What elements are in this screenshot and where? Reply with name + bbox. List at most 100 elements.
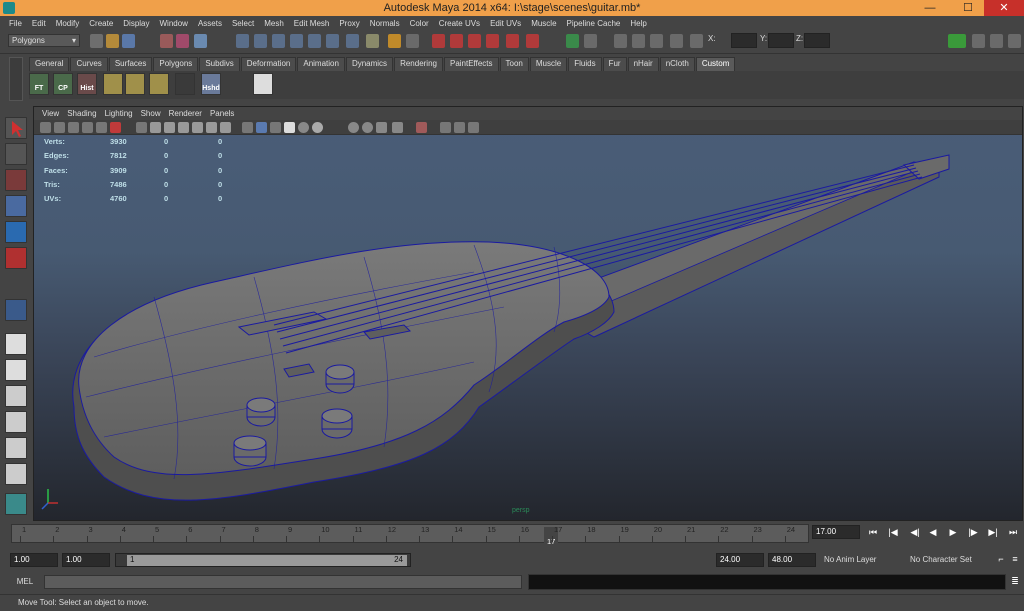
shelf-tab-curves[interactable]: Curves (70, 57, 108, 71)
hypershade-layout-icon[interactable] (5, 437, 27, 459)
menu-edit-mesh[interactable]: Edit Mesh (289, 19, 335, 28)
menu-set-selector[interactable]: Polygons ▾ (8, 34, 80, 47)
hypershade-button[interactable]: Hshd (201, 73, 221, 95)
shelf-tab-nhair[interactable]: nHair (627, 57, 659, 71)
playback-start-field[interactable]: 1.00 (62, 553, 110, 567)
shelf-tab-toon[interactable]: Toon (499, 57, 529, 71)
shelf-tab-deformation[interactable]: Deformation (240, 57, 297, 71)
menu-normals[interactable]: Normals (365, 19, 405, 28)
step-forward-key-icon[interactable]: ▶| (986, 526, 1000, 539)
rotate-tool-icon[interactable] (5, 221, 27, 243)
maximize-button[interactable]: ☐ (954, 0, 982, 16)
viewport-panel[interactable]: View Shading Lighting Show Renderer Pane… (33, 106, 1023, 521)
shelf-tab-subdivs[interactable]: Subdivs (199, 57, 240, 71)
menu-create[interactable]: Create (84, 19, 118, 28)
menu-display[interactable]: Display (118, 19, 154, 28)
shelf-tool-2-icon[interactable] (125, 73, 145, 95)
select-object-icon[interactable] (176, 34, 189, 48)
key-icon[interactable]: ⌐ (994, 553, 1008, 566)
animation-start-field[interactable]: 1.00 (10, 553, 58, 567)
hypershade-icon[interactable] (670, 34, 683, 48)
checker-icon[interactable] (253, 73, 273, 95)
snap-grid-icon[interactable] (432, 34, 445, 48)
menu-mesh[interactable]: Mesh (259, 19, 289, 28)
menu-help[interactable]: Help (625, 19, 651, 28)
preferences-icon[interactable]: ≡ (1008, 553, 1022, 566)
time-ruler[interactable]: 17 1234567891011121314151617181920212223… (11, 524, 809, 546)
open-scene-icon[interactable] (106, 34, 119, 48)
menu-color[interactable]: Color (405, 19, 434, 28)
four-pane-layout-icon[interactable] (5, 359, 27, 381)
select-misc-icon[interactable] (326, 34, 339, 48)
shelf-tab-rendering[interactable]: Rendering (394, 57, 443, 71)
shelf-tab-dynamics[interactable]: Dynamics (345, 57, 394, 71)
save-scene-icon[interactable] (122, 34, 135, 48)
shelf-tab-animation[interactable]: Animation (297, 57, 345, 71)
select-edge-icon[interactable] (254, 34, 267, 48)
shelf-tab-fur[interactable]: Fur (602, 57, 627, 71)
outliner-icon[interactable] (5, 493, 27, 515)
script-editor-icon[interactable]: ≣ (1008, 575, 1022, 588)
snap-point-icon[interactable] (468, 34, 481, 48)
menu-window[interactable]: Window (155, 19, 193, 28)
outliner-layout-icon[interactable] (5, 385, 27, 407)
close-button[interactable]: ✕ (984, 0, 1024, 16)
scale-tool-icon[interactable] (5, 247, 27, 269)
shelf-tab-painteffects[interactable]: PaintEffects (443, 57, 499, 71)
shelf-tab-surfaces[interactable]: Surfaces (108, 57, 153, 71)
last-tool-icon[interactable] (5, 299, 27, 321)
attribute-editor-icon[interactable] (972, 34, 985, 48)
render-current-icon[interactable] (614, 34, 627, 48)
range-slider-handle[interactable]: 1 24 (127, 555, 407, 566)
mel-label[interactable]: MEL (10, 575, 40, 589)
select-handle-icon[interactable] (346, 34, 359, 48)
anim-layer-dropdown[interactable]: No Anim Layer (820, 553, 902, 567)
input-mode-icon[interactable] (690, 34, 703, 48)
menu-muscle[interactable]: Muscle (526, 19, 561, 28)
sidebar-toggle-icon[interactable] (948, 34, 966, 48)
shelf-tab-polygons[interactable]: Polygons (153, 57, 199, 71)
playback-end-field[interactable]: 24.00 (716, 553, 764, 567)
menu-edit-uvs[interactable]: Edit UVs (485, 19, 526, 28)
play-forward-icon[interactable]: ▶ (946, 526, 960, 539)
shelf-tool-3-icon[interactable] (149, 73, 169, 95)
shelf-tab-muscle[interactable]: Muscle (529, 57, 568, 71)
select-vertex-face-icon[interactable] (308, 34, 321, 48)
shelf-tab-custom[interactable]: Custom (695, 57, 736, 71)
render-settings-icon[interactable] (650, 34, 663, 48)
lock-selection-icon[interactable] (388, 34, 401, 48)
select-component-icon[interactable] (194, 34, 207, 48)
select-mask-icon[interactable] (366, 34, 379, 48)
graph-persp-layout-icon[interactable] (5, 463, 27, 485)
select-face-icon[interactable] (272, 34, 285, 48)
play-backward-icon[interactable]: ◀ (926, 526, 940, 539)
delete-history-button[interactable]: Hist (77, 73, 97, 95)
shelf-menu-handle[interactable] (9, 57, 23, 101)
select-tool-icon[interactable] (5, 117, 27, 139)
tool-settings-icon[interactable] (990, 34, 1003, 48)
go-to-start-icon[interactable]: ⏮ (866, 526, 880, 539)
menu-create-uvs[interactable]: Create UVs (434, 19, 485, 28)
current-time-field[interactable]: 17.00 (812, 525, 860, 539)
paint-select-tool-icon[interactable] (5, 169, 27, 191)
guitar-mesh[interactable] (34, 107, 1023, 521)
shelf-tab-ncloth[interactable]: nCloth (659, 57, 695, 71)
menu-modify[interactable]: Modify (51, 19, 85, 28)
go-to-end-icon[interactable]: ⏭ (1006, 526, 1020, 539)
menu-file[interactable]: File (4, 19, 27, 28)
select-hierarchy-icon[interactable] (160, 34, 173, 48)
step-back-key-icon[interactable]: |◀ (886, 526, 900, 539)
shelf-tool-4-icon[interactable] (175, 73, 195, 95)
construction-history-icon[interactable] (566, 34, 579, 48)
y-field[interactable] (768, 33, 794, 48)
z-field[interactable] (804, 33, 830, 48)
channel-box-icon[interactable] (1008, 34, 1021, 48)
range-slider[interactable]: 1 24 (115, 553, 411, 567)
shelf-tool-1-icon[interactable] (103, 73, 123, 95)
freeze-transforms-button[interactable]: FT (29, 73, 49, 95)
menu-pipeline-cache[interactable]: Pipeline Cache (562, 19, 626, 28)
single-pane-layout-icon[interactable] (5, 333, 27, 355)
snap-view-plane-icon[interactable] (486, 34, 499, 48)
x-field[interactable] (731, 33, 757, 48)
make-live-icon[interactable] (506, 34, 519, 48)
